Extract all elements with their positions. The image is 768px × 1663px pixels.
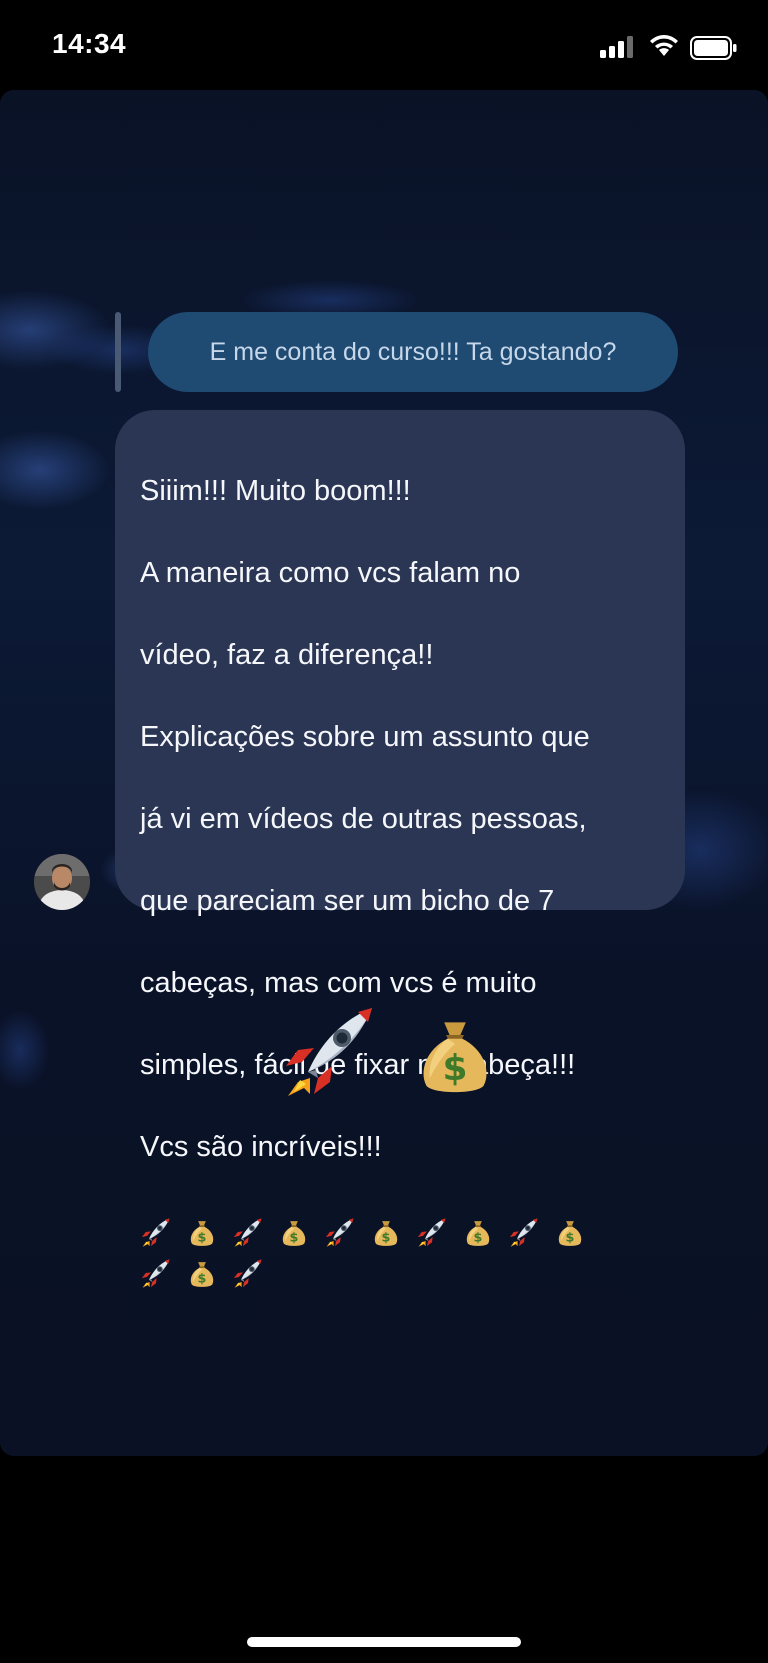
signal-icon: [600, 36, 633, 58]
replied-message-bubble[interactable]: E me conta do curso!!! Ta gostando?: [148, 312, 678, 392]
home-indicator[interactable]: [247, 1637, 521, 1647]
money-bag-emoji: [186, 1257, 218, 1289]
status-icons: [570, 32, 740, 62]
money-bag-emoji: [410, 1005, 500, 1101]
money-bag-emoji: [554, 1216, 586, 1248]
rocket-emoji: [232, 1216, 264, 1248]
rocket-emoji: [140, 1257, 172, 1289]
message-line: Explicações sobre um assunto que: [140, 721, 590, 753]
story-card: E me conta do curso!!! Ta gostando? Siii…: [0, 90, 768, 1456]
received-message-bubble[interactable]: Siiim!!! Muito boom!!! A maneira como vc…: [115, 410, 685, 910]
message-emoji-row: [140, 1215, 610, 1297]
money-bag-emoji: [462, 1216, 494, 1248]
rocket-emoji: [140, 1216, 172, 1248]
message-line: que pareciam ser um bicho de 7: [140, 885, 555, 917]
battery-icon: [690, 36, 737, 60]
money-bag-emoji: [370, 1216, 402, 1248]
message-line: já vi em vídeos de outras pessoas,: [140, 803, 587, 835]
rocket-emoji: [232, 1257, 264, 1289]
rocket-emoji: [416, 1216, 448, 1248]
reply-indicator-bar: [115, 312, 121, 392]
status-bar: 14:34: [0, 0, 768, 90]
wifi-icon: [650, 35, 678, 56]
reaction-emojis: [280, 1000, 500, 1110]
message-line: Siiim!!! Muito boom!!!: [140, 475, 411, 507]
rocket-emoji: [280, 1000, 380, 1100]
avatar-photo: [34, 854, 90, 910]
message-line: A maneira como vcs falam no: [140, 557, 521, 589]
rocket-emoji: [508, 1216, 540, 1248]
rocket-emoji: [324, 1216, 356, 1248]
status-time: 14:34: [52, 28, 127, 59]
sender-avatar[interactable]: [34, 854, 90, 910]
message-line: vídeo, faz a diferença!!: [140, 639, 434, 671]
money-bag-emoji: [278, 1216, 310, 1248]
message-line: cabeças, mas com vcs é muito: [140, 967, 537, 999]
money-bag-emoji: [186, 1216, 218, 1248]
message-line: Vcs são incríveis!!!: [140, 1131, 382, 1163]
